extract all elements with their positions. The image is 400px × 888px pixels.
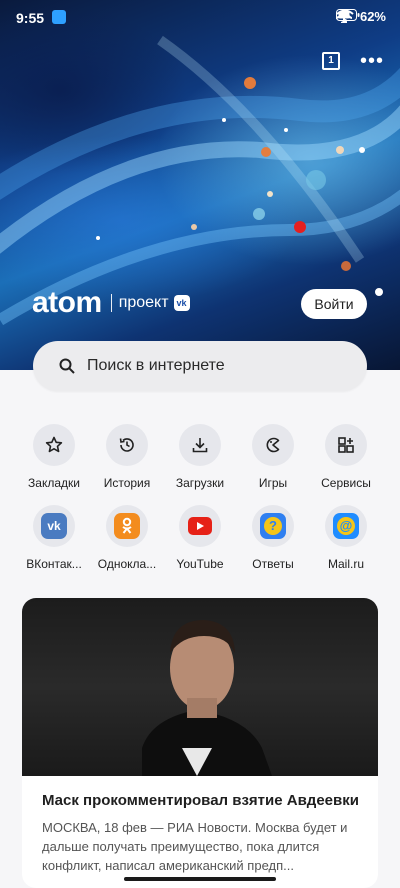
- answers-icon: ?: [260, 513, 286, 539]
- tabs-button[interactable]: 1: [321, 52, 340, 70]
- downloads-circle: [179, 424, 221, 466]
- history-label: История: [103, 476, 151, 490]
- notification-app-icon: [52, 10, 66, 24]
- brand-project-text: проект: [118, 294, 169, 311]
- site-mail-label: Mail.ru: [327, 557, 364, 571]
- more-icon[interactable]: •••: [360, 51, 384, 71]
- downloads-label: Загрузки: [175, 476, 225, 490]
- vk-icon: vk: [41, 513, 67, 539]
- site-youtube-label: YouTube: [176, 557, 224, 571]
- games-circle: [252, 424, 294, 466]
- site-answers[interactable]: ? Ответы: [236, 505, 310, 571]
- history-circle: [106, 424, 148, 466]
- brand-logo: atom: [32, 286, 102, 319]
- brand-divider: [110, 294, 112, 312]
- bookmarks-circle: [33, 424, 75, 466]
- news-image: [22, 598, 378, 776]
- vk-badge: vk: [173, 295, 190, 311]
- youtube-icon: [188, 517, 212, 535]
- youtube-circle: [179, 505, 221, 547]
- status-time: 9:55: [16, 10, 45, 26]
- search-input[interactable]: Поиск в интернете: [33, 341, 367, 391]
- search-icon: [59, 358, 75, 374]
- games-label: Игры: [258, 476, 288, 490]
- vk-circle: vk: [33, 505, 75, 547]
- battery-percent: 62%: [359, 9, 386, 24]
- site-mail[interactable]: @ Mail.ru: [309, 505, 383, 571]
- services-label: Сервисы: [321, 476, 371, 490]
- downloads-button[interactable]: Загрузки: [163, 424, 237, 490]
- bookmarks-label: Закладки: [28, 476, 80, 490]
- mail-circle: @: [325, 505, 367, 547]
- ok-icon: [114, 513, 140, 539]
- hero-banner: 9:55 62% 1 ••• atom проект vk Войти: [0, 0, 400, 370]
- services-button[interactable]: Сервисы: [309, 424, 383, 490]
- games-icon: [266, 437, 280, 453]
- mail-icon: @: [333, 513, 359, 539]
- services-icon: [338, 437, 354, 453]
- site-vk-label: ВКонтак...: [26, 557, 82, 571]
- status-icons: 62%: [335, 9, 386, 24]
- brand: atom проект vk: [32, 286, 190, 320]
- home-indicator[interactable]: [124, 877, 276, 881]
- news-snippet: МОСКВА, 18 фев — РИА Новости. Москва буд…: [42, 820, 348, 873]
- history-button[interactable]: История: [90, 424, 164, 490]
- site-ok-label: Однокла...: [97, 557, 157, 571]
- top-actions: 1 •••: [321, 51, 384, 71]
- site-answers-label: Ответы: [252, 557, 294, 571]
- ok-circle: [106, 505, 148, 547]
- services-circle: [325, 424, 367, 466]
- star-icon: [45, 436, 63, 453]
- news-card[interactable]: Маск прокомментировал взятие Авдеевки МО…: [22, 598, 378, 888]
- news-title: Маск прокомментировал взятие Авдеевки: [42, 792, 359, 809]
- answers-circle: ?: [252, 505, 294, 547]
- games-button[interactable]: Игры: [236, 424, 310, 490]
- search-placeholder: Поиск в интернете: [87, 357, 225, 374]
- status-bar: 9:55 62%: [0, 0, 400, 36]
- login-button[interactable]: Войти: [301, 289, 367, 319]
- download-icon: [192, 438, 208, 453]
- site-youtube[interactable]: YouTube: [163, 505, 237, 571]
- bookmarks-button[interactable]: Закладки: [17, 424, 91, 490]
- site-ok[interactable]: Однокла...: [90, 505, 164, 571]
- site-vk[interactable]: vk ВКонтак...: [17, 505, 91, 571]
- history-icon: [119, 438, 134, 452]
